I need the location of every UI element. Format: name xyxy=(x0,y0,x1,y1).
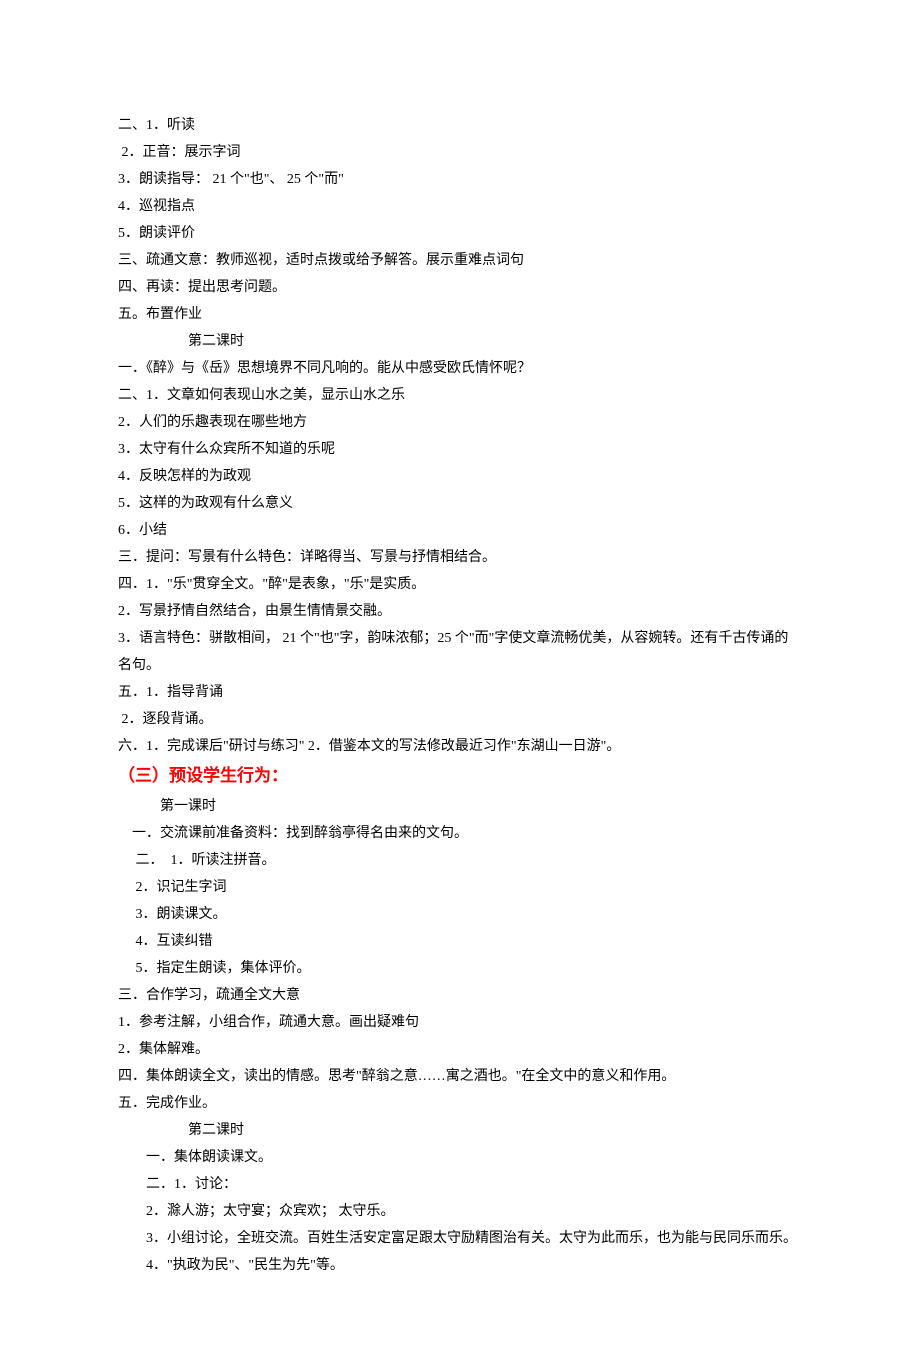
text-line: 5．指定生朗读，集体评价。 xyxy=(118,955,802,982)
text-line: 五．1．指导背诵 xyxy=(118,679,802,706)
text-line: 2．人们的乐趣表现在哪些地方 xyxy=(118,409,802,436)
text-line: 一．交流课前准备资料：找到醉翁亭得名由来的文句。 xyxy=(118,820,802,847)
text-line: 一．《醉》与《岳》思想境界不同凡响的。能从中感受欧氏情怀呢？ xyxy=(118,355,802,382)
text-line: 三．合作学习，疏通全文大意 xyxy=(118,982,802,1009)
text-line: 四．集体朗读全文，读出的情感。思考"醉翁之意……寓之酒也。"在全文中的意义和作用… xyxy=(118,1063,802,1090)
text-line: 3．语言特色：骈散相间， 21 个"也"字，韵味浓郁；25 个"而"字使文章流畅… xyxy=(118,625,802,679)
text-line: 二． 1．听读注拼音。 xyxy=(118,847,802,874)
text-line: 4．"执政为民"、"民生为先"等。 xyxy=(118,1252,802,1279)
text-line: 2．逐段背诵。 xyxy=(118,706,802,733)
text-line: 二．1．讨论： xyxy=(118,1171,802,1198)
text-line: 3．太守有什么众宾所不知道的乐呢 xyxy=(118,436,802,463)
text-line: （三）预设学生行为： xyxy=(118,760,802,793)
text-line: 三．提问：写景有什么特色：详略得当、写景与抒情相结合。 xyxy=(118,544,802,571)
text-line: 第二课时 xyxy=(118,328,802,355)
text-line: 4．互读纠错 xyxy=(118,928,802,955)
text-line: 4．反映怎样的为政观 xyxy=(118,463,802,490)
text-line: 三、疏通文意：教师巡视，适时点拨或给予解答。展示重难点词句 xyxy=(118,247,802,274)
text-line: 一．集体朗读课文。 xyxy=(118,1144,802,1171)
text-line: 2．识记生字词 xyxy=(118,874,802,901)
text-line: 5．这样的为政观有什么意义 xyxy=(118,490,802,517)
text-line: 2．集体解难。 xyxy=(118,1036,802,1063)
text-line: 6．小结 xyxy=(118,517,802,544)
text-line: 5．朗读评价 xyxy=(118,220,802,247)
text-line: 3．朗读指导： 21 个"也"、 25 个"而" xyxy=(118,166,802,193)
text-line: 1．参考注解，小组合作，疏通大意。画出疑难句 xyxy=(118,1009,802,1036)
text-line: 2．滁人游；太守宴；众宾欢； 太守乐。 xyxy=(118,1198,802,1225)
text-line: 四、再读：提出思考问题。 xyxy=(118,274,802,301)
text-line: 3．小组讨论，全班交流。百姓生活安定富足跟太守励精图治有关。太守为此而乐，也为能… xyxy=(118,1225,802,1252)
document-page: 二、1．听读 2．正音：展示字词3．朗读指导： 21 个"也"、 25 个"而"… xyxy=(0,0,920,1359)
text-line: 4．巡视指点 xyxy=(118,193,802,220)
text-line: 五．完成作业。 xyxy=(118,1090,802,1117)
text-line: 2．正音：展示字词 xyxy=(118,139,802,166)
text-line: 四．1．"乐"贯穿全文。"醉"是表象，"乐"是实质。 xyxy=(118,571,802,598)
text-line: 2．写景抒情自然结合，由景生情情景交融。 xyxy=(118,598,802,625)
text-line: 六．1．完成课后"研讨与练习" 2．借鉴本文的写法修改最近习作"东湖山一日游"。 xyxy=(118,733,802,760)
text-line: 3．朗读课文。 xyxy=(118,901,802,928)
text-line: 第一课时 xyxy=(118,793,802,820)
text-line: 五。布置作业 xyxy=(118,301,802,328)
text-line: 第二课时 xyxy=(118,1117,802,1144)
text-line: 二、1．文章如何表现山水之美，显示山水之乐 xyxy=(118,382,802,409)
text-line: 二、1．听读 xyxy=(118,112,802,139)
